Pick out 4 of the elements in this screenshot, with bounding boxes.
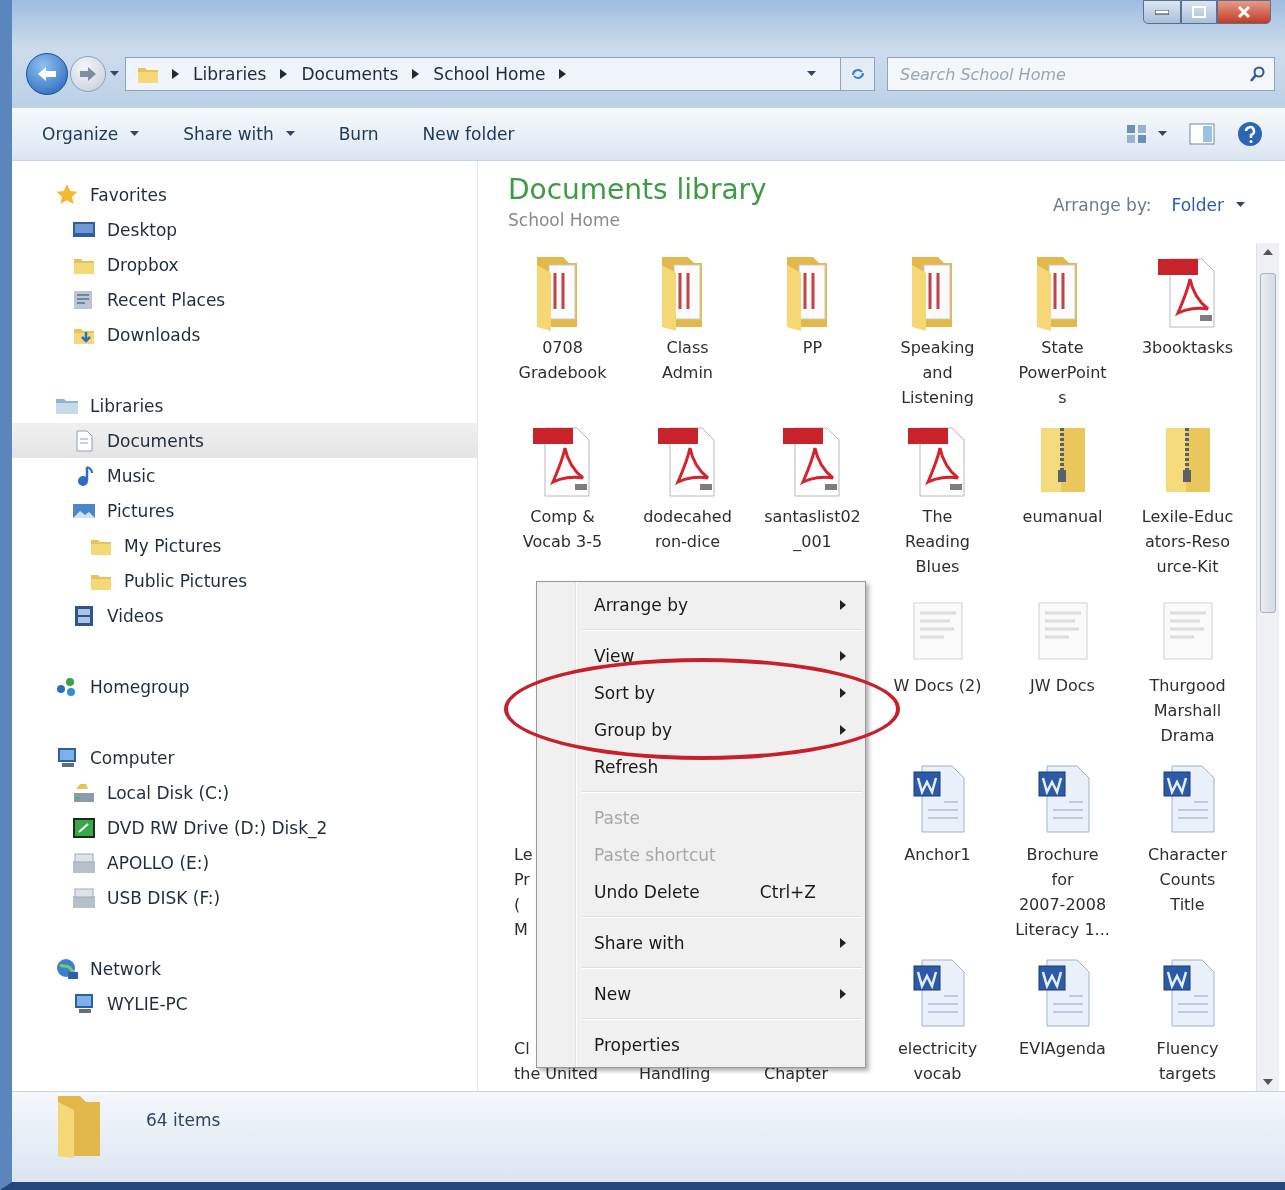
arrange-by-label: Arrange by: xyxy=(1052,195,1152,215)
library-subtitle: School Home xyxy=(508,210,622,230)
library-title: Documents library xyxy=(508,173,767,206)
item-count: 64 items xyxy=(146,1110,221,1130)
